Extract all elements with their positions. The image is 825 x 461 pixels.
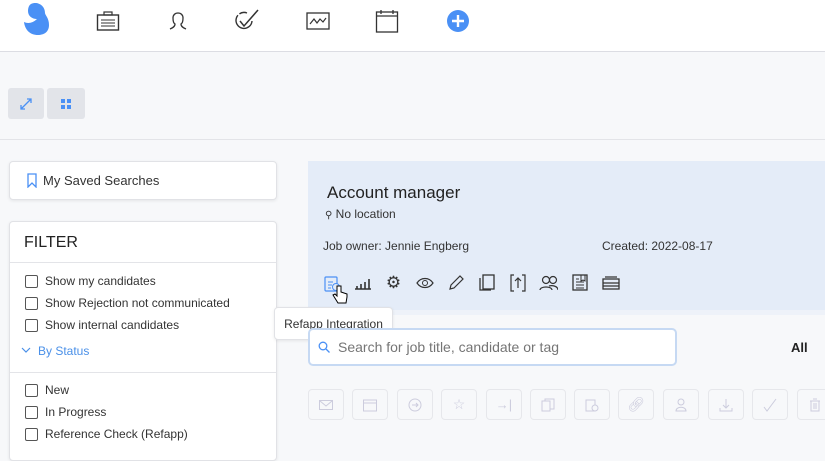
grid-icon [61,98,71,109]
job-location: ⚲ No location [325,207,396,221]
filter-all-tab[interactable]: All [791,340,808,355]
checkbox[interactable] [25,318,38,332]
job-card: Account manager ⚲ No location Job owner:… [308,161,825,310]
bulk-download-button[interactable] [708,389,744,420]
calendar-icon[interactable] [374,8,400,34]
check-icon [763,398,777,412]
status-reference-check[interactable]: Reference Check (Refapp) [10,423,276,445]
expand-icon [19,97,33,111]
arrow-circle-icon [408,398,422,412]
job-created-date: Created: 2022-08-17 [602,239,713,253]
bulk-email-button[interactable] [308,389,344,420]
settings-gear-icon[interactable]: ⚙ [384,273,403,292]
checkbox[interactable] [25,274,38,288]
view-eye-icon[interactable] [415,273,434,292]
tasks-check-icon[interactable] [234,8,260,34]
app-logo[interactable] [20,2,52,36]
saved-searches-label: My Saved Searches [43,173,160,188]
filter-option-rejection[interactable]: Show Rejection not communicated [10,292,276,314]
hand-cursor-icon [332,285,348,304]
calendar-icon [363,398,377,412]
by-status-toggle[interactable]: By Status [10,336,276,373]
bulk-check-button[interactable] [752,389,788,420]
location-pin-icon: ⚲ [325,210,333,221]
archive-tray-icon[interactable] [601,273,620,292]
status-in-progress[interactable]: In Progress [10,401,276,423]
jobs-briefcase-icon[interactable] [95,8,121,34]
copy-icon[interactable] [477,273,496,292]
filter-title: FILTER [10,222,276,263]
job-owner: Job owner: Jennie Engberg [323,239,470,253]
star-icon: ☆ [452,396,466,412]
team-people-icon[interactable] [539,273,558,292]
search-field[interactable] [308,328,677,366]
statistics-bars-icon[interactable] [353,273,372,292]
option-label: Show Rejection not communicated [45,296,230,310]
search-input[interactable] [338,339,658,355]
document-icon[interactable] [570,273,589,292]
status-label: In Progress [45,405,107,419]
bulk-refapp-button[interactable] [574,389,610,420]
bulk-assign-button[interactable]: →| [486,389,522,420]
my-saved-searches-button[interactable]: My Saved Searches [9,161,277,200]
email-icon [319,399,333,410]
status-new[interactable]: New [10,379,276,401]
candidates-person-icon[interactable] [165,8,191,34]
checkbox[interactable] [25,296,38,310]
bulk-person-button[interactable] [663,389,699,420]
divider [0,139,825,140]
bulk-link-button[interactable]: 🔗︎ [618,389,654,420]
filter-panel: FILTER Show my candidates Show Rejection… [9,221,277,461]
reports-chart-icon[interactable] [305,8,331,34]
bulk-star-button[interactable]: ☆ [441,389,477,420]
arrow-right-bar-icon: →| [495,397,513,412]
location-text: No location [335,207,396,221]
edit-pencil-icon[interactable] [446,273,465,292]
option-label: Show my candidates [45,274,156,288]
filter-option-my-candidates[interactable]: Show my candidates [10,270,276,292]
grid-view-button[interactable] [47,88,85,119]
refapp-icon [585,398,599,412]
expand-button[interactable] [8,88,44,119]
copy-icon [541,398,555,412]
option-label: Show internal candidates [45,318,180,332]
bulk-copy-button[interactable] [530,389,566,420]
link-icon: 🔗︎ [627,396,645,412]
trash-icon [809,398,821,412]
status-label: New [45,383,70,397]
bulk-move-button[interactable] [397,389,433,420]
bookmark-icon [27,173,37,188]
job-title[interactable]: Account manager [327,183,460,203]
search-icon [318,341,330,353]
top-navigation [0,0,825,52]
job-actions: ⚙ [322,273,620,292]
bulk-delete-button[interactable] [797,389,825,420]
download-icon [719,398,733,412]
checkbox[interactable] [25,405,38,419]
checkbox[interactable] [25,383,38,397]
export-upload-icon[interactable] [508,273,527,292]
bulk-calendar-button[interactable] [352,389,388,420]
person-icon [675,398,687,412]
filter-option-internal[interactable]: Show internal candidates [10,314,276,336]
chevron-down-icon [21,347,31,354]
by-status-label: By Status [38,344,90,358]
add-icon[interactable] [445,8,471,34]
